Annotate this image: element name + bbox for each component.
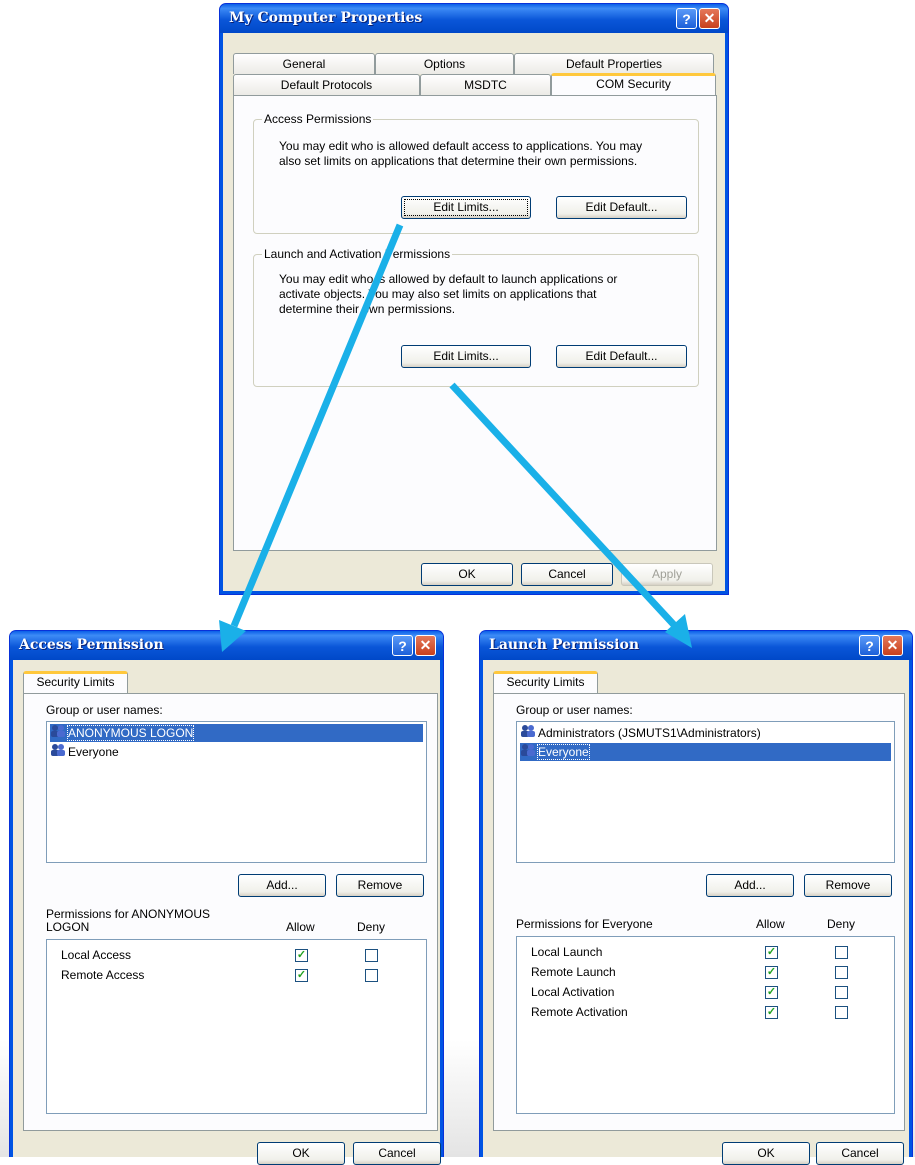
arrow-icon (449, 382, 692, 648)
callout-arrows (219, 223, 692, 652)
arrow-icon (219, 223, 404, 652)
